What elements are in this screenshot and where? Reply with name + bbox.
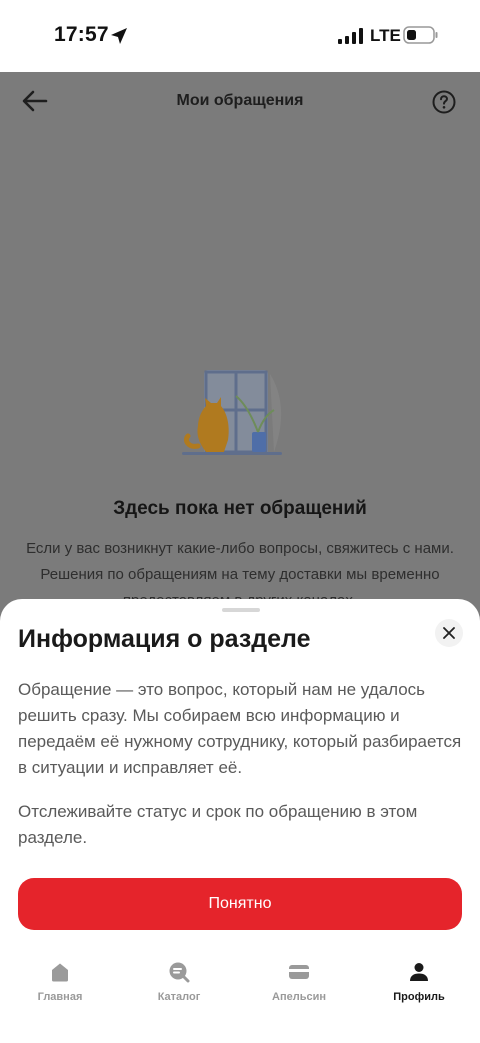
sheet-paragraph-1: Обращение — это вопрос, который нам не у… xyxy=(18,680,462,777)
help-icon[interactable] xyxy=(432,90,456,114)
card-icon xyxy=(289,965,309,979)
tab-catalog[interactable]: Каталог xyxy=(129,961,229,1003)
profile-icon xyxy=(410,963,428,981)
sheet-title: Информация о разделе xyxy=(18,625,311,653)
tab-label-profile: Профиль xyxy=(393,991,445,1003)
close-icon xyxy=(443,627,455,639)
network-type-label: LTE xyxy=(370,26,401,45)
bottom-tab-bar: Главная Каталог Апельсин Профиль xyxy=(0,949,480,1043)
cellular-signal-icon xyxy=(338,28,363,44)
home-icon xyxy=(52,963,68,982)
location-arrow-icon xyxy=(111,28,127,44)
cat-window-illustration xyxy=(182,370,282,455)
status-time: 17:57 xyxy=(54,23,109,46)
sheet-paragraph-2: Отслеживайте статус и срок по обращению … xyxy=(18,802,418,847)
catalog-search-icon xyxy=(169,962,190,983)
tab-label-home: Главная xyxy=(37,991,83,1003)
tab-label-apelsin: Апельсин xyxy=(272,991,326,1003)
sheet-grabber[interactable] xyxy=(222,608,260,612)
got-it-button[interactable]: Понятно xyxy=(18,878,462,930)
status-bar: 17:57 LTE xyxy=(0,0,480,72)
tab-apelsin[interactable]: Апельсин xyxy=(249,961,349,1003)
tab-home[interactable]: Главная xyxy=(10,961,110,1003)
page-title: Мои обращения xyxy=(176,92,304,109)
empty-state-title: Здесь пока нет обращений xyxy=(113,498,367,519)
tab-label-catalog: Каталог xyxy=(157,991,201,1003)
battery-icon xyxy=(403,26,438,44)
tab-profile[interactable]: Профиль xyxy=(369,961,469,1003)
close-button[interactable] xyxy=(435,619,463,647)
info-bottom-sheet: Информация о разделе Обращение — это воп… xyxy=(0,599,480,1043)
